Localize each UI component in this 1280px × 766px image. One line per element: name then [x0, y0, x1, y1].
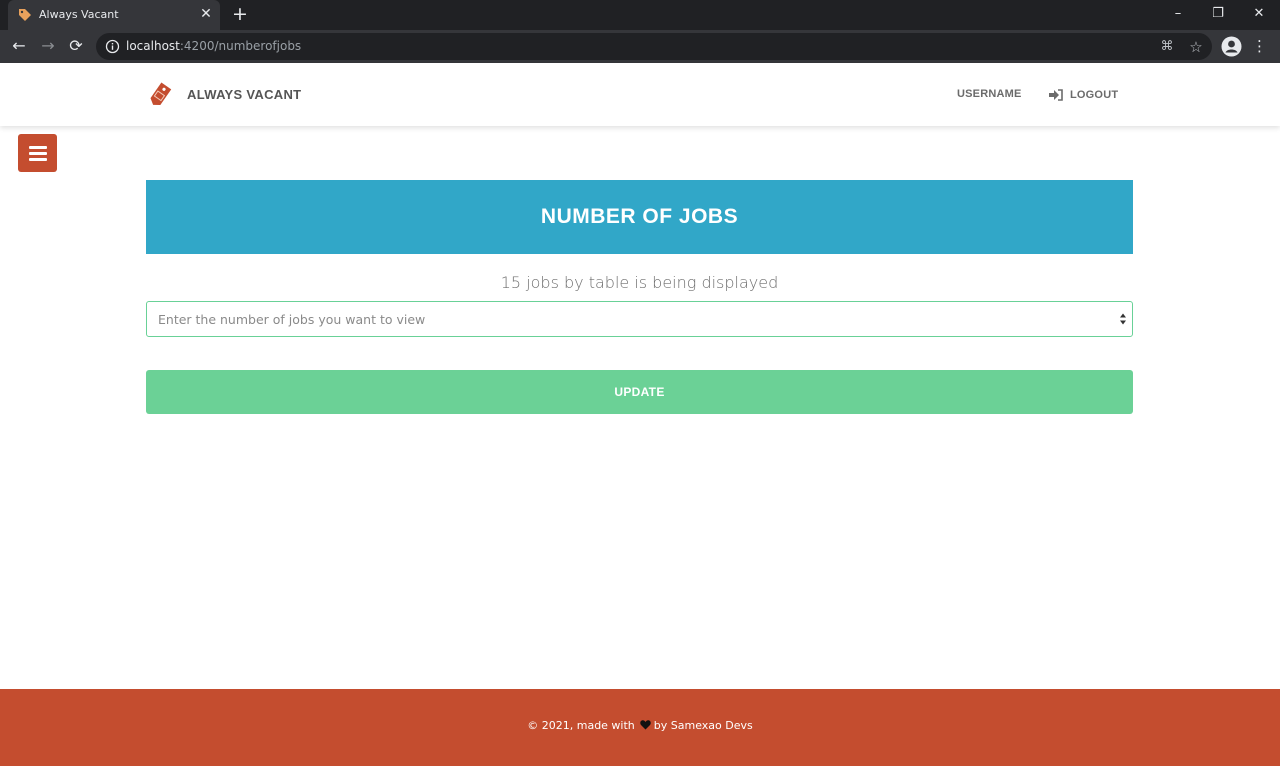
- job-tag-logo-icon[interactable]: [146, 81, 174, 109]
- browser-toolbar: ← → ⟳ localhost:4200/numberofjobs ⌘ ☆ ⋮: [0, 30, 1280, 63]
- url-text[interactable]: localhost:4200/numberofjobs: [126, 39, 301, 53]
- footer-suffix: by Samexao Devs: [653, 719, 753, 732]
- bookmark-star-icon[interactable]: ☆: [1186, 37, 1206, 57]
- heart-icon: [640, 720, 651, 730]
- jobs-status-text: 15 jobs by table is being displayed: [500, 273, 779, 292]
- price-tag-icon: [19, 9, 31, 21]
- username-link[interactable]: USERNAME: [957, 88, 1022, 100]
- address-bar[interactable]: localhost:4200/numberofjobs ⌘ ☆: [96, 33, 1212, 60]
- browser-menu-icon[interactable]: ⋮: [1252, 36, 1267, 58]
- sidebar-toggle-button[interactable]: [18, 134, 57, 172]
- window-close-icon[interactable]: ✕: [1247, 4, 1271, 24]
- reload-icon[interactable]: ⟳: [65, 35, 87, 57]
- profile-avatar-icon[interactable]: [1221, 36, 1242, 57]
- page-title: NUMBER OF JOBS: [540, 205, 739, 228]
- browser-tab[interactable]: Always Vacant ✕: [8, 0, 220, 30]
- tab-title: Always Vacant: [39, 8, 119, 21]
- number-spinner-icon[interactable]: [1118, 310, 1128, 328]
- url-host: localhost: [126, 39, 180, 53]
- forward-icon[interactable]: →: [37, 35, 59, 57]
- tab-close-icon[interactable]: ✕: [198, 5, 214, 23]
- page-footer: © 2021, made with by Samexao Devs: [0, 689, 1280, 766]
- update-button[interactable]: UPDATE: [146, 370, 1133, 414]
- back-icon[interactable]: ←: [8, 35, 30, 57]
- brand-name[interactable]: ALWAYS VACANT: [187, 87, 301, 102]
- url-path: :4200/numberofjobs: [179, 39, 302, 53]
- footer-credit: © 2021, made with by Samexao Devs: [0, 719, 1280, 732]
- footer-prefix: © 2021, made with: [527, 719, 635, 732]
- minimize-icon[interactable]: –: [1166, 4, 1190, 24]
- number-of-jobs-input[interactable]: [146, 301, 1133, 337]
- browser-tab-bar: Always Vacant ✕ + – ❐ ✕: [0, 0, 1280, 30]
- logout-link[interactable]: LOGOUT: [1049, 86, 1118, 104]
- title-banner: NUMBER OF JOBS: [146, 180, 1133, 254]
- sign-out-icon: [1049, 89, 1063, 101]
- app-header: ALWAYS VACANT USERNAME LOGOUT: [0, 63, 1280, 126]
- hamburger-menu-icon: [28, 145, 47, 161]
- info-icon[interactable]: [105, 39, 120, 54]
- new-tab-icon[interactable]: +: [230, 3, 250, 25]
- logout-label: LOGOUT: [1070, 89, 1119, 101]
- restore-icon[interactable]: ❐: [1206, 4, 1230, 24]
- translate-icon[interactable]: ⌘: [1157, 37, 1177, 57]
